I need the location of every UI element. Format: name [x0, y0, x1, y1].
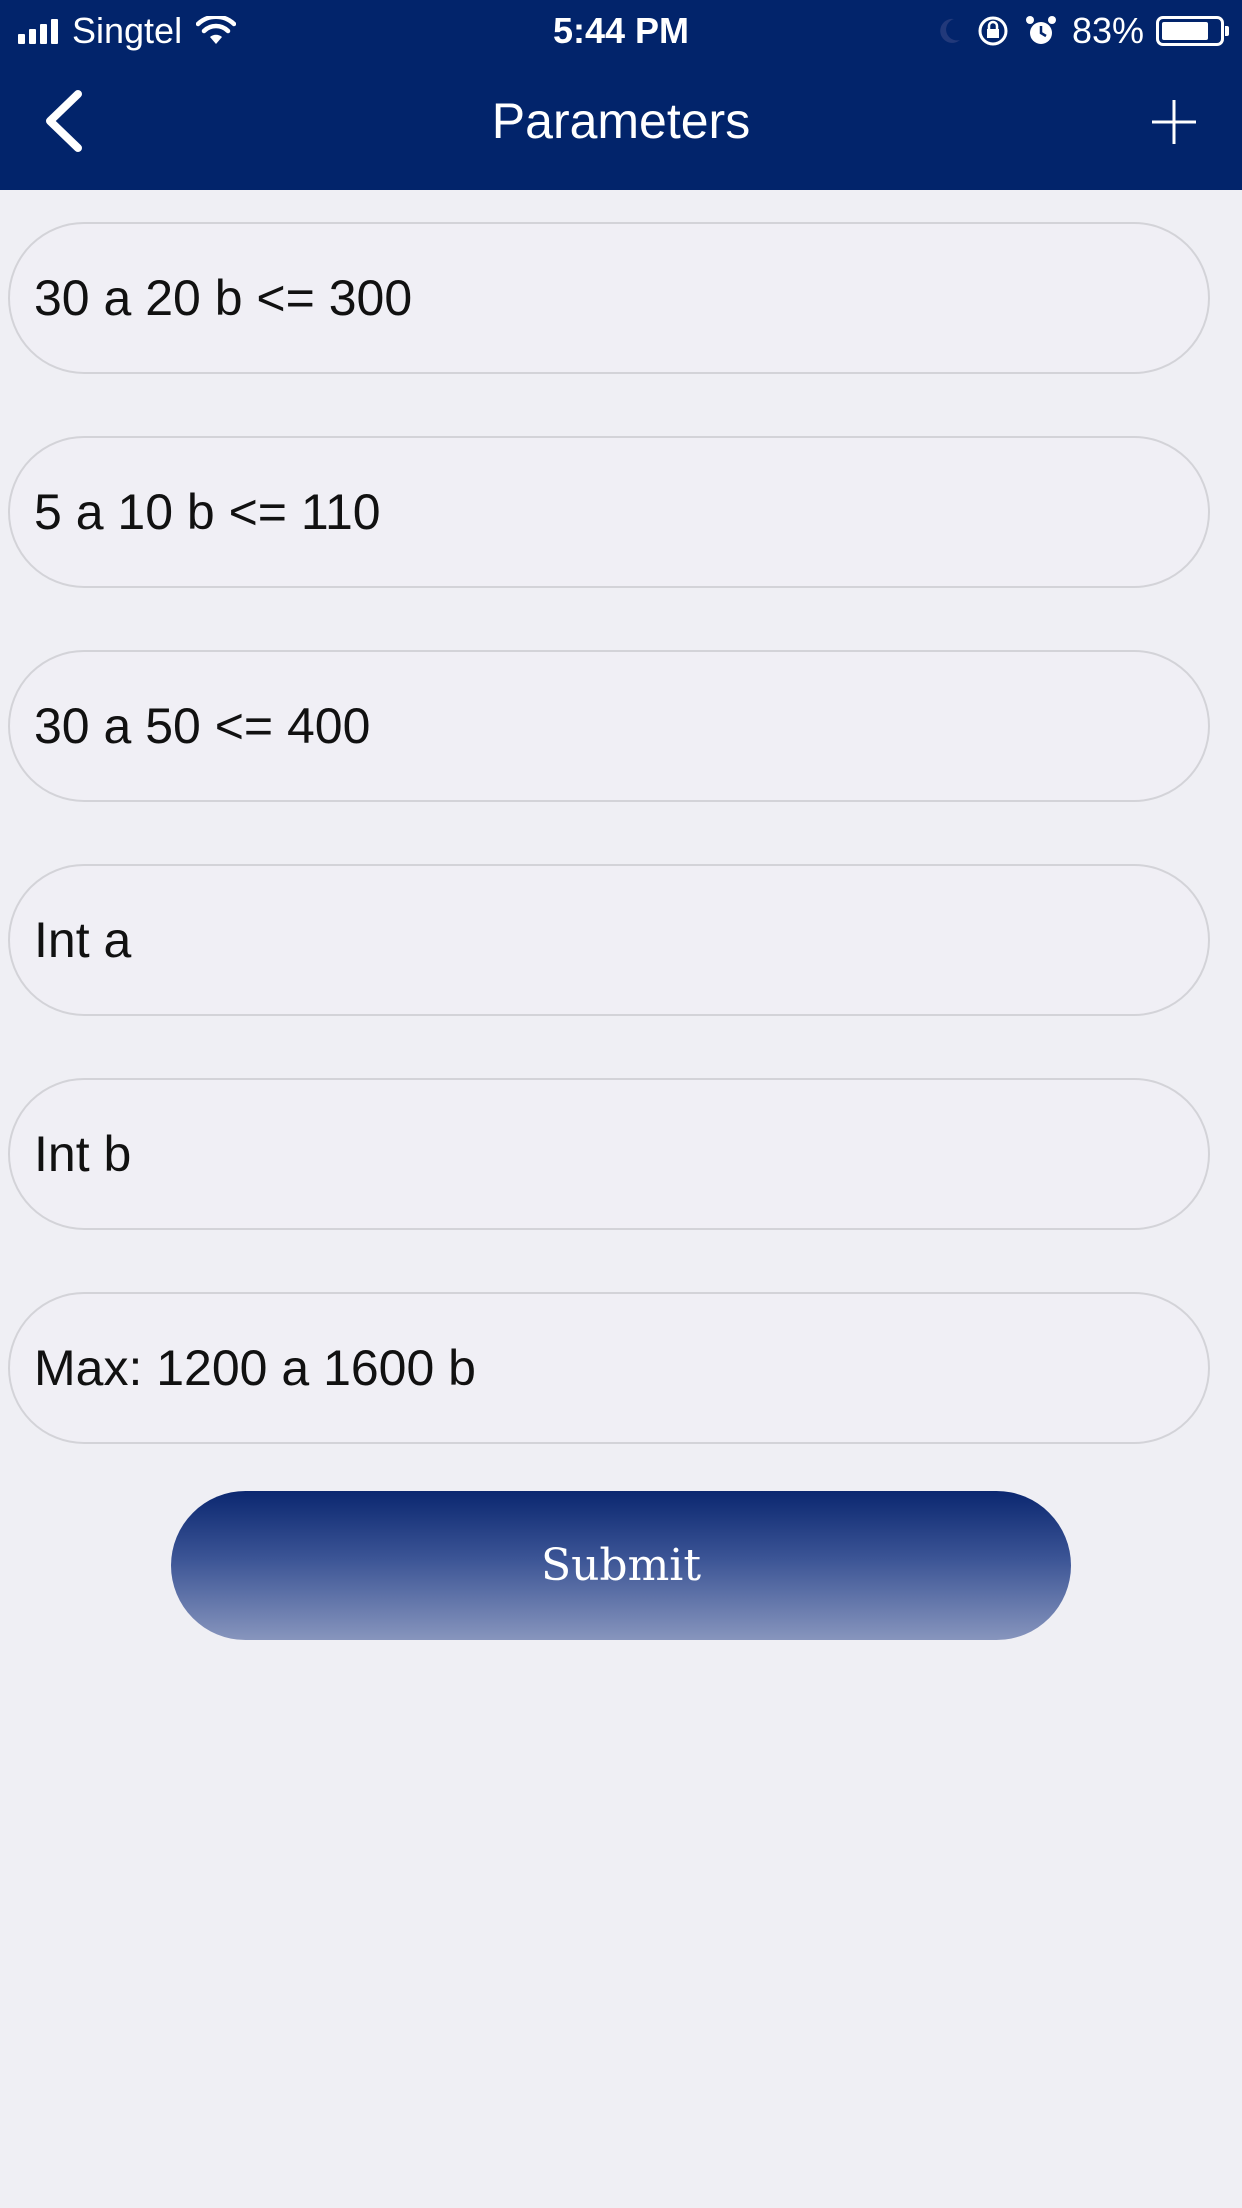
- constraint-field-2[interactable]: 5 a 10 b <= 110: [8, 436, 1210, 588]
- submit-button[interactable]: Submit: [171, 1491, 1071, 1640]
- plus-icon: [1152, 100, 1196, 144]
- constraint-field-1[interactable]: 30 a 20 b <= 300: [8, 222, 1210, 374]
- page-title: Parameters: [491, 93, 751, 149]
- top-bar: Singtel 5:44 PM 83% Parameters: [0, 0, 1242, 190]
- integer-field-b[interactable]: Int b: [8, 1078, 1210, 1230]
- moon-icon: [940, 18, 960, 43]
- status-right: 83%: [936, 10, 1229, 52]
- constraint-field-3[interactable]: 30 a 50 <= 400: [8, 650, 1210, 802]
- navigation-bar: Parameters: [0, 60, 1242, 190]
- status-bar: Singtel 5:44 PM 83%: [0, 0, 1242, 60]
- battery-icon: [1156, 16, 1229, 46]
- battery-percent: 83%: [1071, 10, 1144, 51]
- orientation-lock-icon: [978, 16, 1008, 46]
- integer-field-a[interactable]: Int a: [8, 864, 1210, 1016]
- add-button[interactable]: [1144, 92, 1204, 152]
- alarm-icon: [1025, 16, 1056, 44]
- objective-field[interactable]: Max: 1200 a 1600 b: [8, 1292, 1210, 1444]
- battery-fill: [1162, 22, 1209, 40]
